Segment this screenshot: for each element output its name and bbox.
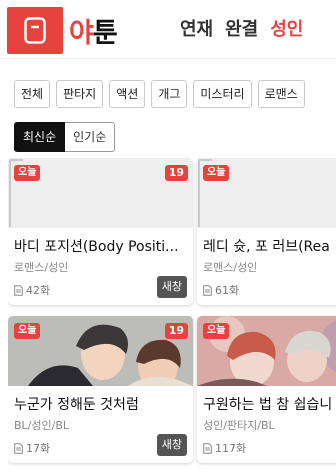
nav-serial[interactable]: 연재	[180, 15, 213, 41]
logo-text: 야툰	[69, 11, 118, 50]
card-episode-count: 42화	[26, 284, 51, 297]
genre-filter: 전체 판타지 액션 개그 미스터리 로맨스	[14, 80, 336, 108]
today-badge: 오늘	[203, 323, 230, 339]
sort-latest-button[interactable]: 최신순	[14, 122, 66, 152]
book-icon	[24, 17, 46, 44]
today-badge: 오늘	[203, 165, 230, 181]
card-title[interactable]: 레디 슛, 포 러브(Rea	[203, 236, 336, 256]
age-19-badge: 19	[164, 323, 188, 339]
card-tags: 로맨스/성인	[14, 261, 69, 274]
card-episode-count: 17화	[26, 442, 51, 455]
card-title[interactable]: 바디 포지션(Body Positi...	[14, 236, 190, 256]
document-icon	[14, 442, 23, 454]
webtoon-grid: 오늘 19 바디 포지션(Body Positi... 로맨스/성인 42화 새…	[8, 158, 336, 473]
new-window-button[interactable]: 새창	[156, 276, 187, 298]
webtoon-card[interactable]: 오늘 레디 슛, 포 러브(Rea 로맨스/성인 61화	[197, 158, 336, 305]
card-title[interactable]: 누군가 정해둔 것처럼	[14, 394, 190, 414]
card-episodes: 61화	[203, 282, 239, 298]
card-episode-count: 117화	[215, 442, 247, 455]
card-episodes: 117화	[203, 440, 246, 456]
document-icon	[203, 284, 212, 296]
logo-text-second: 툰	[92, 18, 118, 49]
card-title[interactable]: 구원하는 법 참 쉽습니	[203, 394, 336, 414]
new-window-button[interactable]: 새창	[156, 434, 187, 456]
logo-mark	[7, 7, 63, 54]
top-nav: 연재 완결 성인	[180, 15, 303, 41]
genre-chip-all[interactable]: 전체	[14, 80, 51, 108]
webtoon-card[interactable]: 오늘 19 바디 포지션(Body Positi... 로맨스/성인 42화 새…	[8, 158, 193, 305]
age-19-badge: 19	[164, 165, 188, 181]
webtoon-card[interactable]: 오늘 19 누군가 정해둔 것처럼 BL/성인/BL 17화 새창	[8, 316, 193, 463]
document-icon	[14, 284, 23, 296]
genre-chip-comedy[interactable]: 개그	[151, 80, 188, 108]
nav-completed[interactable]: 완결	[225, 15, 258, 41]
genre-chip-romance[interactable]: 로맨스	[257, 80, 305, 108]
sort-popular-button[interactable]: 인기순	[65, 122, 116, 152]
card-episode-count: 61화	[215, 284, 240, 297]
card-tags: 로맨스/성인	[203, 261, 258, 274]
card-tags: 성인/판타지/BL	[203, 419, 275, 432]
webtoon-card[interactable]: 오늘 구원하는 법 참 쉽습니 성인/판타지/BL 117화	[197, 316, 336, 463]
logo-text-first: 야	[69, 18, 94, 49]
nav-adult[interactable]: 성인	[270, 15, 303, 41]
today-badge: 오늘	[14, 323, 41, 339]
card-episodes: 42화	[14, 282, 50, 298]
genre-chip-mystery[interactable]: 미스터리	[193, 80, 252, 108]
logo[interactable]: 야툰	[7, 7, 118, 54]
app-header: 야툰 연재 완결 성인	[0, 0, 336, 59]
card-tags: BL/성인/BL	[14, 419, 70, 432]
genre-chip-fantasy[interactable]: 판타지	[56, 80, 104, 108]
genre-chip-action[interactable]: 액션	[109, 80, 146, 108]
document-icon	[203, 442, 212, 454]
today-badge: 오늘	[14, 165, 41, 181]
card-episodes: 17화	[14, 440, 50, 456]
sort-toggle: 최신순 인기순	[14, 122, 116, 152]
